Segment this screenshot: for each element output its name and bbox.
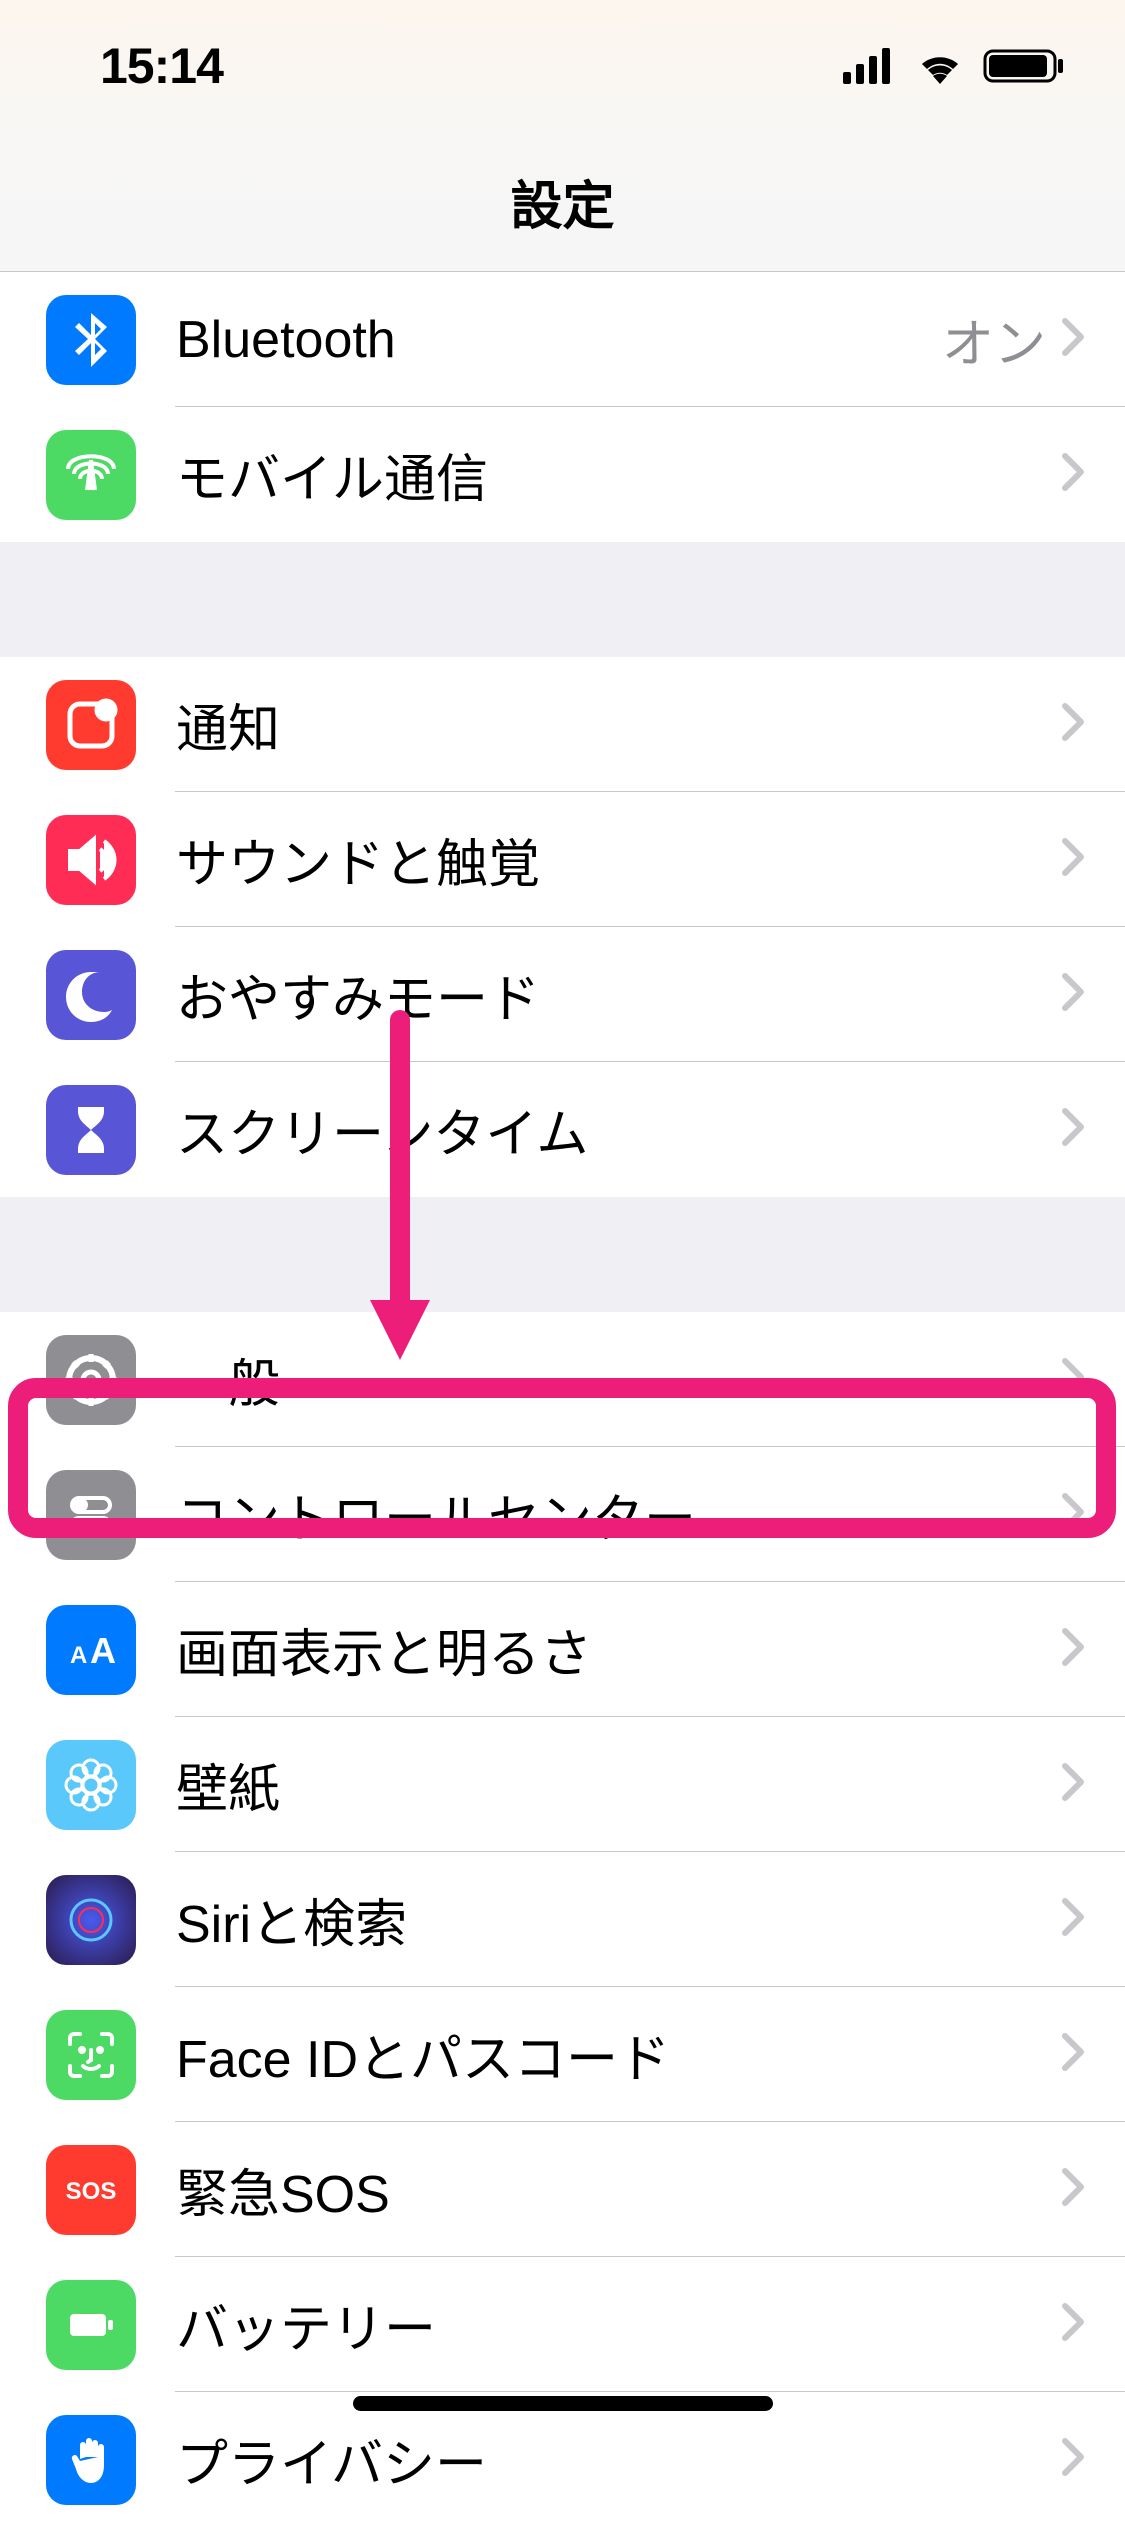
header: 設定 — [0, 132, 1125, 272]
row-sos[interactable]: SOS 緊急SOS — [0, 2122, 1125, 2257]
row-cellular[interactable]: モバイル通信 — [0, 407, 1125, 542]
status-icons — [843, 47, 1065, 85]
home-indicator[interactable] — [353, 2396, 773, 2411]
row-siri[interactable]: Siriと検索 — [0, 1852, 1125, 1987]
faceid-icon — [46, 2010, 136, 2100]
chevron-right-icon — [1061, 1107, 1085, 1152]
row-label: バッテリー — [176, 2287, 1061, 2362]
chevron-right-icon — [1061, 972, 1085, 1017]
row-label: スクリーンタイム — [176, 1092, 1061, 1167]
section-gap — [0, 1197, 1125, 1312]
row-do-not-disturb[interactable]: おやすみモード — [0, 927, 1125, 1062]
toggles-icon — [46, 1470, 136, 1560]
chevron-right-icon — [1061, 2302, 1085, 2347]
row-label: モバイル通信 — [176, 437, 1061, 512]
row-battery[interactable]: バッテリー — [0, 2257, 1125, 2392]
bluetooth-icon — [46, 295, 136, 385]
chevron-right-icon — [1061, 1897, 1085, 1942]
hourglass-icon — [46, 1085, 136, 1175]
row-label: Siriと検索 — [176, 1882, 1061, 1957]
chevron-right-icon — [1061, 1762, 1085, 1807]
sos-icon: SOS — [46, 2145, 136, 2235]
sound-icon — [46, 815, 136, 905]
row-label: 通知 — [176, 687, 1061, 762]
svg-text:SOS: SOS — [66, 2178, 117, 2205]
chevron-right-icon — [1061, 1492, 1085, 1537]
notifications-icon — [46, 680, 136, 770]
hand-icon — [46, 2415, 136, 2505]
text-size-icon: AA — [46, 1605, 136, 1695]
chevron-right-icon — [1061, 1357, 1085, 1402]
row-label: プライバシー — [176, 2422, 1061, 2497]
status-time: 15:14 — [100, 37, 223, 95]
flower-icon — [46, 1740, 136, 1830]
wifi-icon — [915, 48, 965, 84]
row-sounds[interactable]: サウンドと触覚 — [0, 792, 1125, 927]
row-label: Bluetooth — [176, 310, 942, 370]
row-value: オン — [942, 302, 1046, 377]
row-control-center[interactable]: コントロールセンター — [0, 1447, 1125, 1582]
siri-icon — [46, 1875, 136, 1965]
svg-text:A: A — [90, 1630, 116, 1671]
row-privacy[interactable]: プライバシー — [0, 2392, 1125, 2527]
row-label: 緊急SOS — [176, 2152, 1061, 2227]
cellular-signal-icon — [843, 48, 897, 84]
row-label: コントロールセンター — [176, 1477, 1061, 1552]
cellular-data-icon — [46, 430, 136, 520]
chevron-right-icon — [1061, 837, 1085, 882]
battery-row-icon — [46, 2280, 136, 2370]
row-screen-time[interactable]: スクリーンタイム — [0, 1062, 1125, 1197]
svg-text:A: A — [70, 1642, 87, 1669]
section-gap — [0, 542, 1125, 657]
chevron-right-icon — [1061, 1627, 1085, 1672]
moon-icon — [46, 950, 136, 1040]
battery-icon — [983, 47, 1065, 85]
row-general[interactable]: 一般 — [0, 1312, 1125, 1447]
section-connectivity: Bluetooth オン モバイル通信 — [0, 272, 1125, 542]
row-notifications[interactable]: 通知 — [0, 657, 1125, 792]
row-display[interactable]: AA 画面表示と明るさ — [0, 1582, 1125, 1717]
row-label: Face IDとパスコード — [176, 2017, 1061, 2092]
row-wallpaper[interactable]: 壁紙 — [0, 1717, 1125, 1852]
row-label: 一般 — [176, 1342, 1061, 1417]
gear-icon — [46, 1335, 136, 1425]
row-bluetooth[interactable]: Bluetooth オン — [0, 272, 1125, 407]
status-bar: 15:14 — [0, 0, 1125, 132]
page-title: 設定 — [510, 164, 614, 239]
section-general: 一般 コントロールセンター AA 画面表示と明るさ 壁紙 — [0, 1312, 1125, 2527]
chevron-right-icon — [1061, 702, 1085, 747]
chevron-right-icon — [1061, 452, 1085, 497]
chevron-right-icon — [1061, 2032, 1085, 2077]
chevron-right-icon — [1061, 2167, 1085, 2212]
chevron-right-icon — [1061, 317, 1085, 362]
row-label: 壁紙 — [176, 1747, 1061, 1822]
row-label: サウンドと触覚 — [176, 822, 1061, 897]
row-label: 画面表示と明るさ — [176, 1612, 1061, 1687]
row-faceid[interactable]: Face IDとパスコード — [0, 1987, 1125, 2122]
section-notifications: 通知 サウンドと触覚 おやすみモード スクリーンタイム — [0, 657, 1125, 1197]
chevron-right-icon — [1061, 2437, 1085, 2482]
row-label: おやすみモード — [176, 957, 1061, 1032]
